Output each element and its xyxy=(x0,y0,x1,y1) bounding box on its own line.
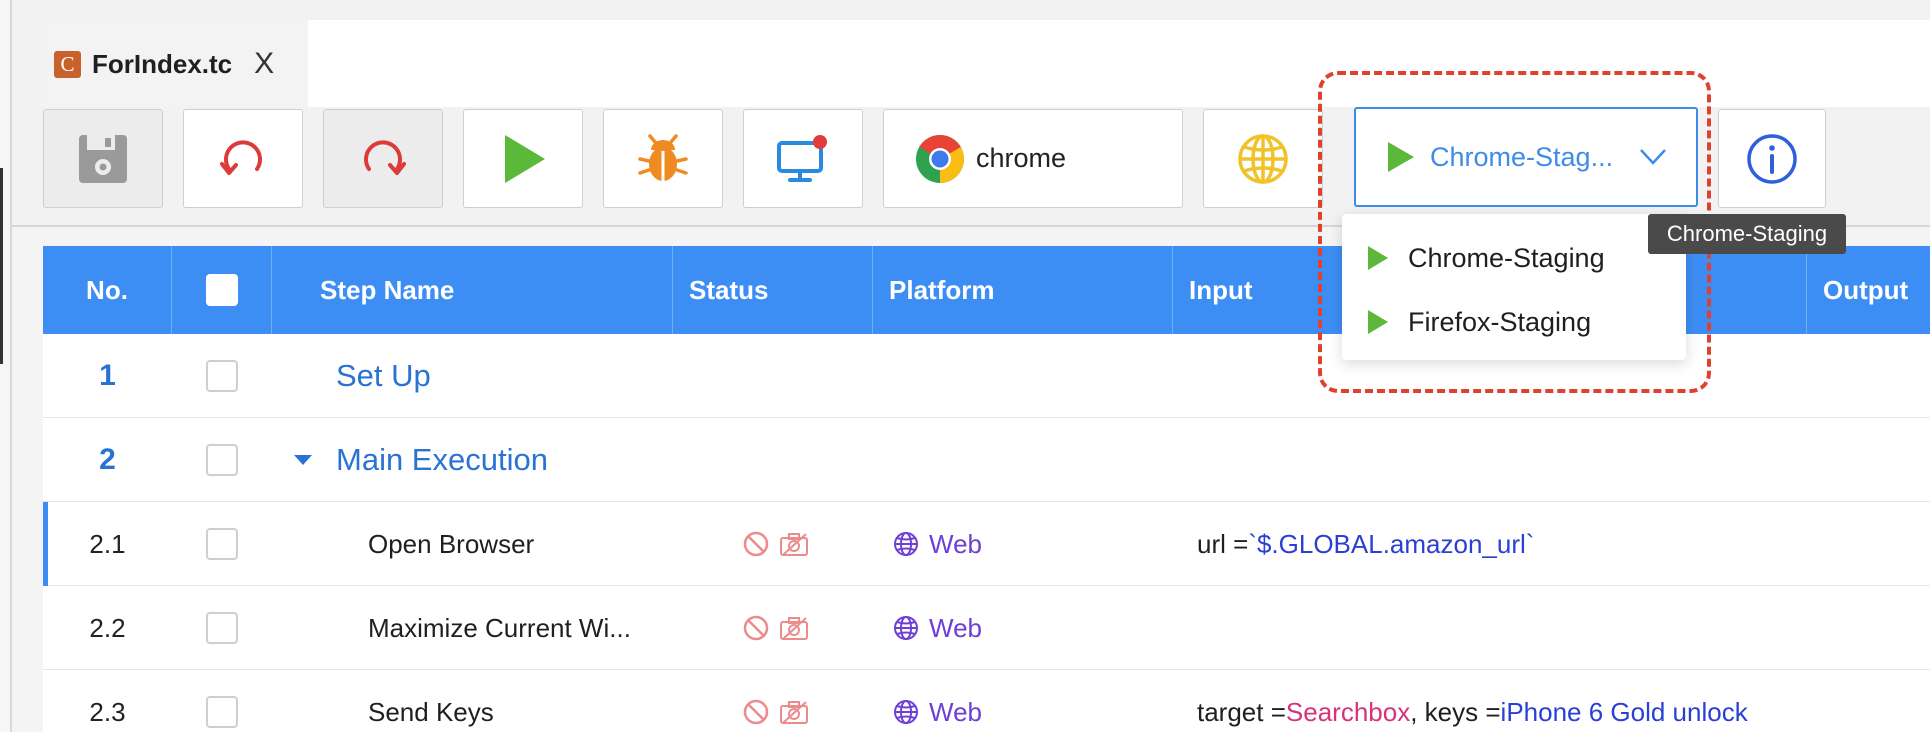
platform-label: Web xyxy=(929,612,982,643)
left-panel-marker xyxy=(0,168,3,364)
browser-label: chrome xyxy=(976,143,1067,173)
input-cell[interactable]: target = Searchbox , keys = iPhone 6 Gol… xyxy=(1197,670,1748,732)
row-number: 2.1 xyxy=(89,528,126,559)
column-header-step-name[interactable]: Step Name xyxy=(272,246,673,334)
chevron-down-icon xyxy=(1640,149,1666,165)
row-checkbox[interactable] xyxy=(206,528,238,560)
environment-option-firefox-staging[interactable]: Firefox-Staging xyxy=(1342,290,1686,354)
play-icon xyxy=(1368,310,1388,334)
tab-strip-empty xyxy=(308,20,1930,108)
input-key: , keys = xyxy=(1410,696,1501,727)
globe-icon xyxy=(894,700,918,724)
tab-forindex[interactable]: C ForIndex.tc X xyxy=(42,20,307,108)
row-select-cell xyxy=(172,418,272,502)
column-header-status[interactable]: Status xyxy=(673,246,873,334)
step-group-name[interactable]: Set Up xyxy=(336,334,431,418)
row-checkbox[interactable] xyxy=(206,612,238,644)
environment-option-label: Firefox-Staging xyxy=(1408,306,1592,337)
row-number: 2 xyxy=(99,443,116,476)
column-header-select xyxy=(172,246,272,334)
input-value: iPhone 6 Gold unlock xyxy=(1500,696,1748,727)
environment-tooltip: Chrome-Staging xyxy=(1648,214,1846,254)
browser-select[interactable]: chrome xyxy=(883,109,1183,208)
close-tab-icon[interactable]: X xyxy=(254,47,274,81)
input-key: url = xyxy=(1197,528,1249,559)
step-name[interactable]: Open Browser xyxy=(368,502,534,586)
platform-label: Web xyxy=(929,696,982,727)
toolbar: chrome Chrome-Stag... xyxy=(12,107,1930,227)
tab-label: ForIndex.tc xyxy=(92,48,233,79)
column-header-no[interactable]: No. xyxy=(43,246,172,334)
monitor-icon xyxy=(777,134,827,182)
screenshot-off-icon[interactable] xyxy=(779,615,809,641)
redo-icon xyxy=(364,139,406,175)
environment-option-label: Chrome-Staging xyxy=(1408,242,1605,273)
undo-button[interactable] xyxy=(183,109,303,208)
screenshot-off-icon[interactable] xyxy=(779,699,809,725)
screenshot-off-icon[interactable] xyxy=(779,531,809,557)
status-cell xyxy=(743,586,809,670)
save-button[interactable] xyxy=(43,109,163,208)
row-number: 2.3 xyxy=(89,696,126,727)
global-settings-button[interactable] xyxy=(1203,109,1323,208)
info-button[interactable] xyxy=(1718,109,1826,208)
remote-run-button[interactable] xyxy=(743,109,863,208)
input-target-value: Searchbox xyxy=(1285,696,1411,727)
environment-select-label: Chrome-Stag... xyxy=(1430,141,1614,172)
platform-cell: Web xyxy=(893,586,982,670)
play-icon xyxy=(1388,142,1414,172)
row-select-cell xyxy=(172,334,272,418)
row-checkbox[interactable] xyxy=(206,696,238,728)
status-cell xyxy=(743,502,809,586)
globe-icon xyxy=(894,532,918,556)
row-number: 1 xyxy=(99,359,116,392)
input-cell[interactable]: url = `$.GLOBAL.amazon_url` xyxy=(1197,502,1534,586)
row-number: 2.2 xyxy=(89,612,126,643)
step-name[interactable]: Maximize Current Wi... xyxy=(368,586,631,670)
left-panel-edge xyxy=(0,0,12,732)
table-row[interactable]: 2.3 Send Keys Web target = Searchbox , k… xyxy=(43,670,1930,732)
select-all-checkbox[interactable] xyxy=(205,274,238,306)
row-select-cell xyxy=(172,670,272,732)
debug-button[interactable] xyxy=(603,109,723,208)
caret-down-icon[interactable] xyxy=(293,418,313,502)
row-checkbox[interactable] xyxy=(206,360,238,392)
column-header-platform[interactable]: Platform xyxy=(873,246,1173,334)
input-key: target = xyxy=(1197,696,1286,727)
table-row[interactable]: 2 Main Execution xyxy=(43,418,1930,502)
play-icon xyxy=(1368,246,1388,270)
environment-select[interactable]: Chrome-Stag... xyxy=(1354,107,1698,207)
environment-option-chrome-staging[interactable]: Chrome-Staging xyxy=(1342,226,1686,290)
info-icon xyxy=(1747,133,1797,184)
status-cell xyxy=(743,670,809,732)
tab-strip: C ForIndex.tc X xyxy=(12,0,1930,108)
testcase-file-icon: C xyxy=(54,50,81,78)
chrome-icon xyxy=(916,134,965,183)
globe-icon xyxy=(1238,133,1288,184)
disabled-icon[interactable] xyxy=(743,615,769,641)
bug-icon xyxy=(638,133,688,181)
platform-cell: Web xyxy=(893,502,982,586)
disabled-icon[interactable] xyxy=(743,699,769,725)
environment-dropdown: Chrome-Staging Firefox-Staging xyxy=(1342,214,1686,360)
run-button[interactable] xyxy=(463,109,583,208)
save-icon xyxy=(79,134,127,183)
disabled-icon[interactable] xyxy=(743,531,769,557)
row-checkbox[interactable] xyxy=(206,444,238,476)
redo-button[interactable] xyxy=(323,109,443,208)
step-group-name[interactable]: Main Execution xyxy=(336,418,548,502)
column-header-output[interactable]: Output xyxy=(1807,246,1930,334)
play-icon xyxy=(505,134,545,183)
step-name[interactable]: Send Keys xyxy=(368,670,494,732)
undo-icon xyxy=(220,139,262,175)
globe-icon xyxy=(894,616,918,640)
platform-cell: Web xyxy=(893,670,982,732)
table-row[interactable]: 2.2 Maximize Current Wi... Web xyxy=(43,586,1930,670)
row-select-cell xyxy=(172,502,272,586)
row-select-cell xyxy=(172,586,272,670)
input-value: `$.GLOBAL.amazon_url` xyxy=(1248,528,1535,559)
table-row[interactable]: 2.1 Open Browser Web url = `$.GLOBAL.ama… xyxy=(43,502,1930,586)
platform-label: Web xyxy=(929,528,982,559)
